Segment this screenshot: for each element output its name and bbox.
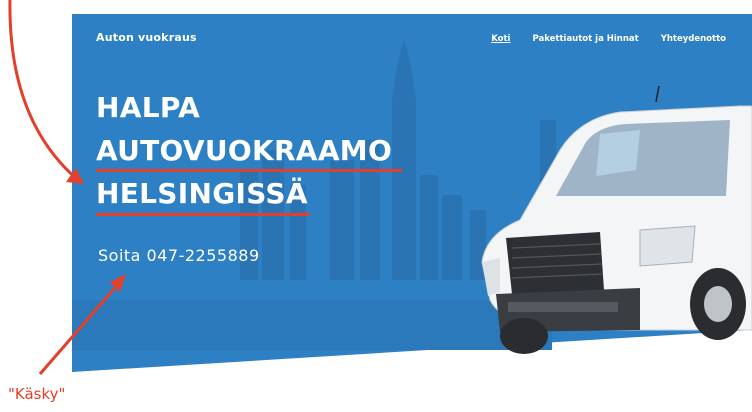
hero-headline: HALPA AUTOVUOKRAAMO HELSINGISSÄ (96, 86, 392, 215)
brand-logo-text[interactable]: Auton vuokraus (96, 31, 197, 44)
nav-link-contact[interactable]: Yhteydenotto (661, 34, 726, 44)
water-reflection (72, 300, 552, 350)
nav-link-home[interactable]: Koti (491, 34, 510, 44)
annotation-arrow-icon (8, 0, 79, 182)
headline-line-1: HALPA (96, 91, 201, 124)
call-to-action-phone[interactable]: Soita 047-2255889 (98, 246, 260, 265)
headline-line-3: HELSINGISSÄ (96, 177, 308, 210)
main-nav: Koti Pakettiautot ja Hinnat Yhteydenotto (491, 34, 726, 44)
annotation-label: "Käsky" (8, 385, 66, 403)
headline-line-2: AUTOVUOKRAAMO (96, 134, 393, 167)
screenshot: Auton vuokraus Koti Pakettiautot ja Hinn… (0, 0, 752, 412)
nav-link-vans-prices[interactable]: Pakettiautot ja Hinnat (532, 34, 638, 44)
